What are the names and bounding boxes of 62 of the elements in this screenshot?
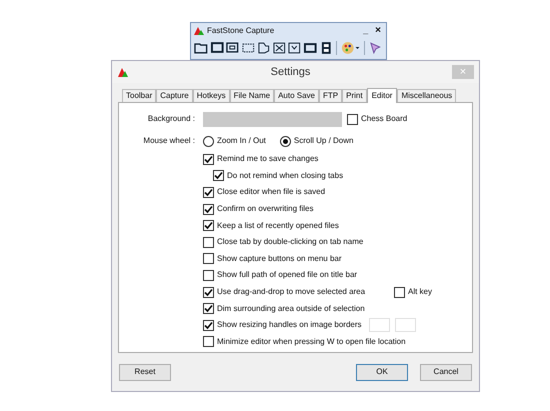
dialog-button[interactable]: OK [356, 364, 408, 380]
dialog-title: Settings [270, 64, 312, 80]
size-field[interactable] [395, 318, 416, 332]
tab[interactable]: Capture [156, 89, 193, 102]
color-field[interactable] [203, 112, 342, 126]
checkbox-label: Close editor when file is saved [217, 186, 326, 198]
checkbox[interactable] [203, 220, 214, 232]
checkbox[interactable] [203, 286, 214, 298]
checkbox[interactable] [203, 303, 214, 314]
app-icon [117, 66, 129, 78]
checkbox[interactable] [347, 114, 358, 124]
tab[interactable]: Toolbar [122, 89, 156, 102]
checkbox-label: Minimize editor when pressing W to open file location [217, 336, 406, 348]
checkbox-label: Show capture buttons on menu bar [217, 252, 342, 265]
checkbox-label: Keep a list of recently opened files [217, 220, 339, 232]
tab[interactable]: FTP [319, 89, 342, 102]
checkbox-label: Dim surrounding area outside of selection [217, 302, 365, 315]
checkbox[interactable] [203, 236, 214, 248]
pen-icon[interactable] [368, 40, 383, 56]
dialog-button[interactable]: Cancel [420, 364, 472, 380]
checkbox[interactable] [203, 204, 214, 215]
checkbox-label: Alt key [408, 286, 432, 298]
checkbox-label: Confirm on overwriting files [217, 203, 314, 216]
fullscreen-icon[interactable] [272, 40, 286, 56]
checkbox[interactable] [203, 270, 214, 281]
checkbox[interactable] [203, 253, 214, 264]
freehand-region-icon[interactable] [256, 40, 271, 56]
checkbox-label: Remind me to save changes [217, 153, 318, 166]
window-title: FastStone Capture [207, 24, 274, 36]
radio-label: Zoom In / Out [217, 135, 266, 147]
minimize-button[interactable]: _ [361, 26, 370, 35]
checkbox-label: Use drag-and-drop to move selected area [217, 286, 366, 298]
checkbox-label: Close tab by double-clicking on tab name [217, 236, 364, 248]
checkbox[interactable] [203, 154, 214, 165]
background-label: Background : [146, 113, 196, 125]
scroll-window-icon[interactable] [287, 40, 302, 56]
radio-button[interactable] [280, 136, 291, 146]
tab[interactable]: Auto Save [274, 89, 319, 102]
logo-icon [194, 26, 204, 35]
radio-label: Scroll Up / Down [294, 135, 354, 147]
tab[interactable]: File Name [230, 89, 274, 102]
tab[interactable]: Print [342, 89, 367, 102]
checkbox[interactable] [213, 170, 224, 182]
dialog-button[interactable]: Reset [119, 364, 171, 380]
close-button[interactable]: × [373, 26, 383, 36]
palette-icon[interactable] [340, 40, 362, 56]
radio-button[interactable] [203, 136, 214, 146]
checkbox-label: Chess Board [361, 113, 408, 125]
checkbox[interactable] [203, 320, 214, 331]
checkbox-label: Show full path of opened file on title bar [217, 269, 358, 282]
checkbox-label: Do not remind when closing tabs [227, 170, 344, 182]
checkbox-label: Show resizing handles on image borders [217, 319, 362, 332]
mouse-wheel-label: Mouse wheel : [142, 135, 196, 147]
rectangle-icon[interactable] [302, 40, 318, 56]
size-field[interactable] [369, 318, 390, 332]
checkbox[interactable] [203, 336, 214, 348]
tab[interactable]: Miscellaneous [397, 89, 456, 102]
tab[interactable]: Editor [366, 88, 398, 103]
tab[interactable]: Hotkeys [192, 89, 230, 102]
window-icon[interactable] [210, 40, 224, 56]
checkbox[interactable] [394, 286, 405, 298]
checkbox[interactable] [203, 186, 214, 198]
